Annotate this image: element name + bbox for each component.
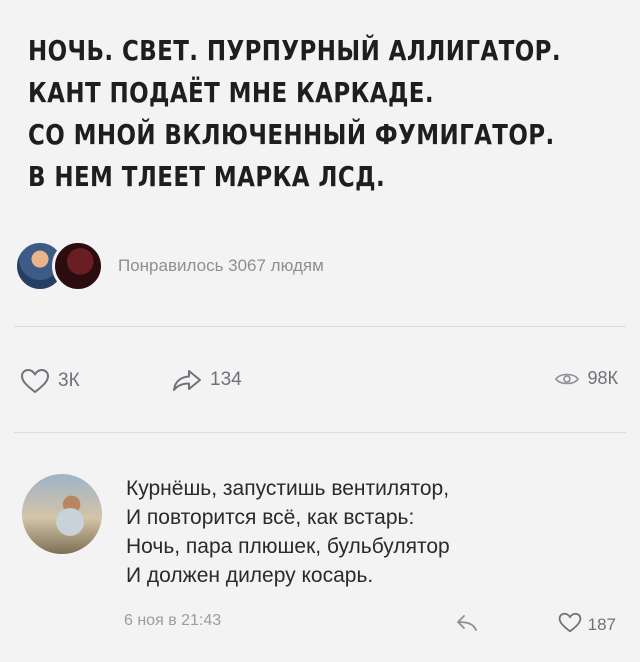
post-actions: 3К 134 98К — [0, 368, 640, 404]
liker-avatar[interactable] — [52, 240, 104, 292]
likes-summary[interactable]: Понравилось 3067 людям — [14, 240, 324, 292]
like-count: 3К — [58, 370, 80, 391]
views-count: 98К — [587, 368, 618, 388]
post-line: КАНТ ПОДАЁТ МНЕ КАРКАДЕ. — [28, 76, 435, 109]
share-arrow-icon — [172, 368, 202, 392]
comment-text: Курнёшь, запустишь вентилятор, И повтори… — [126, 474, 606, 590]
comment-line: Курнёшь, запустишь вентилятор, — [126, 477, 450, 500]
comment-like-count: 187 — [587, 615, 616, 634]
comment-line: И повторится всё, как встарь: — [126, 506, 415, 529]
comment-date[interactable]: 6 ноя в 21:43 — [124, 612, 221, 630]
comment-line: И должен дилеру косарь. — [126, 564, 374, 587]
share-count: 134 — [210, 369, 242, 390]
heart-outline-icon — [558, 612, 582, 638]
divider — [14, 432, 626, 433]
comment-meta: 6 ноя в 21:43 187 — [0, 612, 640, 640]
post-line: СО МНОЙ ВКЛЮЧЕННЫЙ ФУМИГАТОР. — [28, 118, 555, 151]
heart-outline-icon — [20, 368, 50, 394]
reply-arrow-icon[interactable] — [456, 614, 478, 637]
comment-like-button[interactable]: 187 — [558, 612, 616, 638]
share-button[interactable]: 134 — [172, 368, 242, 392]
post-line: НОЧЬ. СВЕТ. ПУРПУРНЫЙ АЛЛИГАТОР. — [28, 34, 561, 67]
eye-icon — [555, 371, 580, 387]
post-line: В НЕМ ТЛЕЕТ МАРКА ЛСД. — [28, 160, 386, 193]
comment-line: Ночь, пара плюшек, бульбулятор — [126, 535, 450, 558]
comment-author-avatar[interactable] — [22, 474, 102, 554]
like-button[interactable]: 3К — [20, 368, 80, 394]
post-text: НОЧЬ. СВЕТ. ПУРПУРНЫЙ АЛЛИГАТОР. КАНТ ПО… — [28, 30, 628, 198]
views-counter: 98К — [555, 368, 618, 389]
likes-summary-text[interactable]: Понравилось 3067 людям — [118, 256, 324, 276]
divider — [14, 326, 626, 327]
